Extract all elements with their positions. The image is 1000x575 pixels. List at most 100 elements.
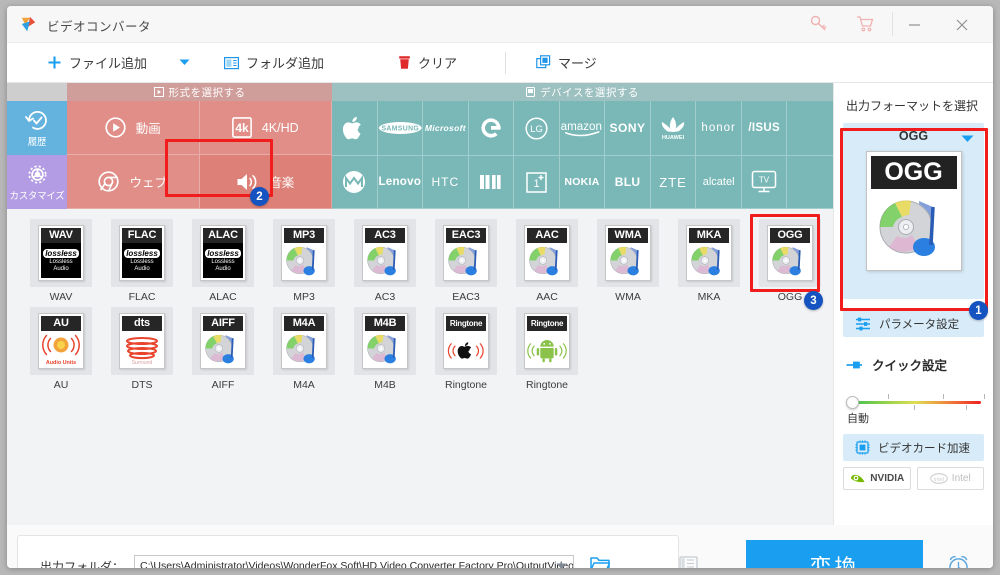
format-tile-video[interactable]: 動画 — [67, 101, 200, 155]
app-logo-icon — [20, 16, 38, 33]
format-item-aac[interactable]: AACAAC — [507, 219, 587, 303]
device-nokia[interactable]: NOKIA — [560, 156, 606, 209]
quality-slider[interactable]: 自動 — [846, 392, 981, 424]
format-doc: MP3 — [281, 225, 327, 281]
format-item-m4b[interactable]: M4BM4B — [345, 307, 425, 391]
device-asus[interactable]: /ISUS — [742, 101, 788, 156]
clear-button[interactable]: クリア — [394, 43, 461, 83]
schedule-button[interactable] — [923, 554, 993, 569]
device-htc[interactable]: HTC — [423, 156, 469, 209]
format-label: FLAC — [129, 291, 156, 303]
device-asus-label: /ISUS — [748, 122, 780, 134]
format-item-ac3[interactable]: AC3AC3 — [345, 219, 425, 303]
format-item-m4a[interactable]: M4AM4A — [264, 307, 344, 391]
format-item-alac[interactable]: ALAClosslessLosslessAudioALAC — [183, 219, 263, 303]
output-format-box[interactable]: OGG OGG — [843, 123, 984, 299]
device-tv[interactable]: TV — [742, 156, 788, 209]
output-folder-row: 出力フォルダ： C:\Users\Administrator\Videos\Wo… — [17, 535, 679, 568]
key-icon[interactable] — [809, 14, 829, 34]
quick-settings-button[interactable]: クイック設定 — [846, 355, 993, 374]
device-honor[interactable]: honor — [696, 101, 742, 156]
format-item-ringtone-android[interactable]: RingtoneRingtone — [507, 307, 587, 391]
svg-text:SAMSUNG: SAMSUNG — [381, 125, 419, 132]
device-oneplus[interactable]: 1 — [514, 156, 560, 209]
ringtone-android-art — [527, 334, 567, 364]
device-samsung[interactable]: SAMSUNG — [378, 101, 424, 156]
clip-preview-button[interactable] — [679, 555, 698, 568]
output-format-dropdown[interactable] — [961, 132, 974, 146]
format-item-au[interactable]: AUAudio UnitsAU — [21, 307, 101, 391]
add-file-dropdown[interactable] — [173, 43, 196, 83]
device-lg[interactable]: LG — [514, 101, 560, 156]
merge-label: マージ — [558, 53, 597, 72]
format-label: AIFF — [212, 379, 235, 391]
format-badge: OGG — [770, 228, 810, 243]
format-label: WAV — [50, 291, 73, 303]
format-doc: FLAClosslessLosslessAudio — [119, 225, 165, 281]
convert-label: 変換 — [809, 550, 859, 568]
svg-text:TV: TV — [759, 176, 770, 185]
device-zte[interactable]: ZTE — [651, 156, 697, 209]
slider-knob[interactable] — [846, 396, 859, 409]
gpu-accel-button[interactable]: ビデオカード加速 — [843, 434, 984, 461]
output-format-thumbnail: OGG — [866, 151, 962, 271]
device-mi[interactable] — [469, 156, 515, 209]
cart-icon[interactable] — [855, 14, 875, 34]
format-label: AAC — [536, 291, 558, 303]
slider-label: 自動 — [847, 410, 869, 426]
format-item-wma[interactable]: WMAWMA — [588, 219, 668, 303]
format-tile-4khd[interactable]: 4k 4K/HD — [200, 101, 333, 155]
device-motorola[interactable] — [332, 156, 378, 209]
format-item-mka[interactable]: MKAMKA — [669, 219, 749, 303]
nvidia-chip[interactable]: NVIDIA — [843, 467, 911, 490]
format-item-eac3[interactable]: EAC3EAC3 — [426, 219, 506, 303]
output-path-dropdown[interactable] — [552, 556, 571, 568]
format-badge: AU — [41, 316, 81, 331]
sidebar-history-label: 履歴 — [28, 134, 46, 148]
format-art — [527, 331, 567, 366]
intel-label: Intel — [952, 473, 971, 484]
device-spacer-2 — [787, 156, 833, 209]
format-thumbnail: Ringtone — [516, 307, 578, 375]
sidebar-item-customize[interactable]: カスタマイズ — [7, 155, 67, 209]
device-header-icon — [526, 87, 535, 97]
google-logo — [479, 116, 503, 140]
format-doc: Ringtone — [443, 313, 489, 369]
sidebar-item-history[interactable]: 履歴 — [7, 101, 67, 155]
device-apple[interactable] — [332, 101, 378, 156]
device-google[interactable] — [469, 101, 515, 156]
format-art: losslessLosslessAudio — [203, 243, 243, 278]
device-microsoft[interactable]: Microsoft — [423, 101, 469, 156]
device-amazon[interactable]: amazon — [560, 101, 606, 156]
add-file-button[interactable]: ファイル追加 — [43, 43, 151, 83]
output-path-field[interactable]: C:\Users\Administrator\Videos\WonderFox … — [134, 555, 574, 568]
parameter-settings-button[interactable]: パラメータ設定 — [843, 310, 984, 337]
format-item-flac[interactable]: FLAClosslessLosslessAudio FLAC — [102, 219, 182, 303]
device-blu[interactable]: BLU — [605, 156, 651, 209]
format-item-mp3[interactable]: MP3MP3 — [264, 219, 344, 303]
device-alcatel[interactable]: alcatel — [696, 156, 742, 209]
alarm-clock-icon — [946, 554, 971, 569]
format-thumbnail: ALAClosslessLosslessAudio — [192, 219, 254, 287]
format-item-dts[interactable]: dtsSurroundDTS — [102, 307, 182, 391]
convert-button[interactable]: 変換 — [746, 540, 923, 568]
sliders-icon — [855, 317, 871, 331]
apple-logo — [343, 116, 365, 141]
format-item-aiff[interactable]: AIFFAIFF — [183, 307, 263, 391]
format-item-ogg[interactable]: OGGOGG — [750, 219, 830, 303]
format-item-ringtone-apple[interactable]: RingtoneRingtone — [426, 307, 506, 391]
format-tile-web[interactable]: ウェブ — [67, 155, 200, 209]
add-folder-button[interactable]: フォルダ追加 — [220, 43, 328, 83]
format-thumbnail: AUAudio Units — [30, 307, 92, 375]
minimize-button[interactable] — [891, 6, 937, 43]
open-folder-button[interactable] — [590, 555, 610, 568]
device-huawei[interactable]: HUAWEI — [651, 101, 697, 156]
device-sony[interactable]: SONY — [605, 101, 651, 156]
merge-button[interactable]: マージ — [532, 43, 601, 83]
output-format-badge: OGG — [871, 156, 957, 189]
format-doc: OGG — [767, 225, 813, 281]
intel-chip[interactable]: intel Intel — [917, 467, 985, 490]
format-item-wav[interactable]: WAVlosslessLosslessAudioWAV — [21, 219, 101, 303]
close-button[interactable] — [939, 6, 985, 43]
device-lenovo[interactable]: Lenovo — [378, 156, 424, 209]
